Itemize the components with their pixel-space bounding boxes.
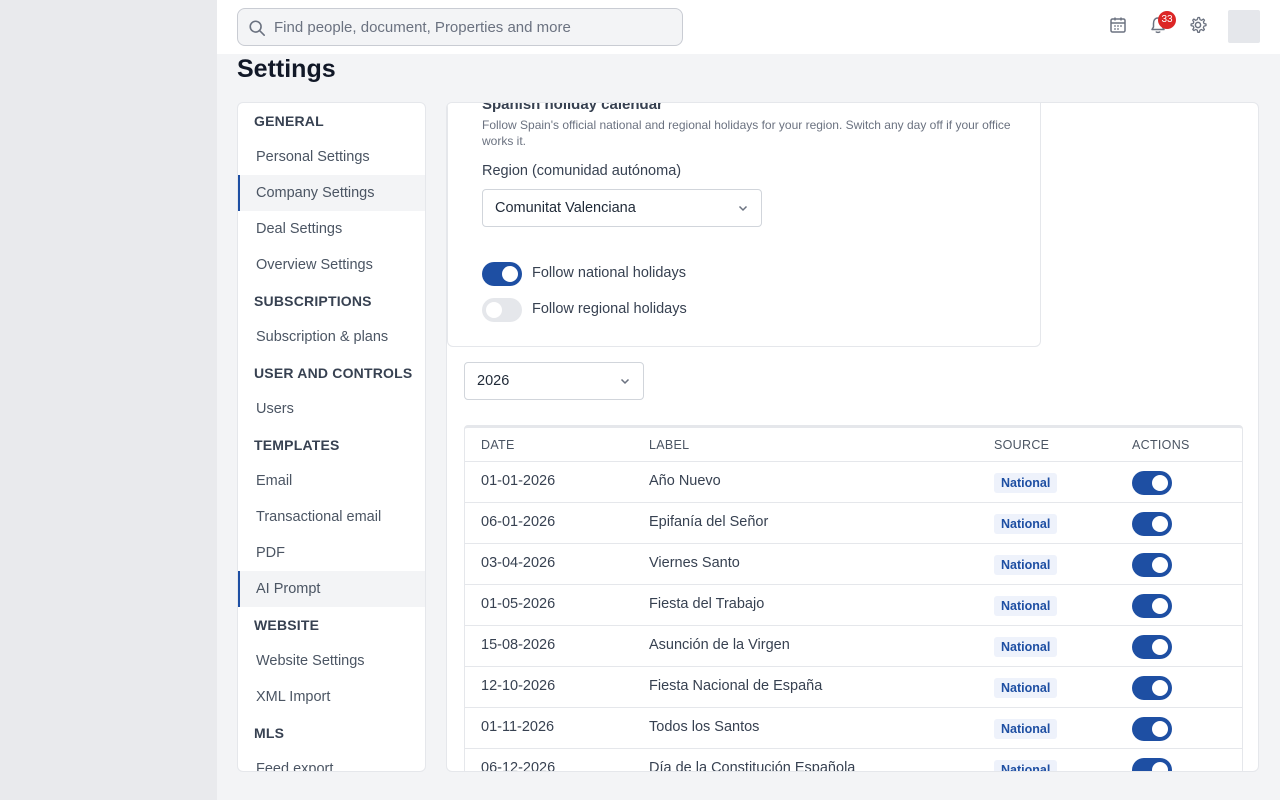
main-area: 33 Settings GENERAL Personal Settings Co…: [217, 0, 1280, 800]
row-enabled-toggle[interactable]: [1132, 594, 1172, 618]
row-label: Todos los Santos: [649, 719, 760, 735]
top-bar: 33: [217, 0, 1280, 54]
table-row: 03-04-2026 Viernes Santo National: [465, 544, 1242, 585]
row-label: Fiesta del Trabajo: [649, 596, 765, 612]
source-badge: National: [994, 678, 1058, 698]
global-search[interactable]: [237, 8, 683, 46]
row-date: 03-04-2026: [481, 555, 556, 571]
table-row: 01-11-2026 Todos los Santos National: [465, 708, 1242, 749]
row-label: Día de la Constitución Española: [649, 760, 856, 772]
calendar-description: Follow Spain's official national and reg…: [482, 118, 1011, 148]
source-badge: National: [994, 514, 1058, 534]
source-badge: National: [994, 637, 1058, 657]
row-date: 01-01-2026: [481, 473, 556, 489]
settings-content-panel: Spanish holiday calendar Follow Spain's …: [446, 102, 1259, 772]
row-enabled-toggle[interactable]: [1132, 676, 1172, 700]
row-enabled-toggle[interactable]: [1132, 553, 1172, 577]
row-date: 01-11-2026: [481, 719, 555, 735]
search-input[interactable]: [274, 18, 682, 36]
sidebar-section-mls: MLS: [254, 725, 285, 741]
sidebar-item-deal-settings[interactable]: Deal Settings: [238, 211, 425, 247]
year-select[interactable]: 2026: [464, 362, 644, 400]
source-badge: National: [994, 719, 1058, 739]
sidebar-item-pdf[interactable]: PDF: [238, 535, 425, 571]
sidebar-item-xml-import[interactable]: XML Import: [238, 679, 425, 715]
table-row: 06-12-2026 Día de la Constitución Españo…: [465, 749, 1242, 772]
sidebar-item-email[interactable]: Email: [238, 463, 425, 499]
header-source: SOURCE: [994, 438, 1050, 452]
row-label: Epifanía del Señor: [649, 514, 769, 530]
row-enabled-toggle[interactable]: [1132, 717, 1172, 741]
row-label: Viernes Santo: [649, 555, 740, 571]
table-row: 01-01-2026 Año Nuevo National: [465, 462, 1242, 503]
gear-icon[interactable]: [1188, 15, 1208, 35]
row-date: 06-12-2026: [481, 760, 556, 772]
sidebar-section-general: GENERAL: [254, 113, 324, 129]
follow-national-toggle[interactable]: [482, 262, 522, 286]
source-badge: National: [994, 555, 1058, 575]
holidays-table: DATE LABEL SOURCE ACTIONS 01-01-2026 Año…: [464, 425, 1243, 772]
region-label: Region (comunidad autónoma): [482, 163, 682, 179]
row-enabled-toggle[interactable]: [1132, 758, 1172, 771]
calendar-title: Spanish holiday calendar: [482, 102, 663, 113]
sidebar-item-users[interactable]: Users: [238, 391, 425, 427]
source-badge: National: [994, 760, 1058, 771]
row-date: 01-05-2026: [481, 596, 556, 612]
sidebar-item-company-settings[interactable]: Company Settings: [238, 175, 425, 211]
holiday-calendar-card: Spanish holiday calendar Follow Spain's …: [447, 102, 1041, 347]
row-label: Asunción de la Virgen: [649, 637, 790, 653]
sidebar-section-user-controls: USER AND CONTROLS: [254, 365, 413, 381]
row-label: Año Nuevo: [649, 473, 721, 489]
notification-badge: 33: [1158, 11, 1176, 29]
header-actions: ACTIONS: [1132, 438, 1190, 452]
sidebar-item-subscription-plans[interactable]: Subscription & plans: [238, 319, 425, 355]
table-row: 06-01-2026 Epifanía del Señor National: [465, 503, 1242, 544]
year-select-value: 2026: [477, 373, 510, 389]
follow-regional-toggle[interactable]: [482, 298, 522, 322]
sidebar-section-website: WEBSITE: [254, 617, 320, 633]
table-header: DATE LABEL SOURCE ACTIONS: [465, 428, 1242, 462]
row-date: 15-08-2026: [481, 637, 556, 653]
sidebar-item-personal-settings[interactable]: Personal Settings: [238, 139, 425, 175]
sidebar-item-overview-settings[interactable]: Overview Settings: [238, 247, 425, 283]
calendar-icon[interactable]: [1108, 15, 1128, 35]
source-badge: National: [994, 596, 1058, 616]
follow-national-label: Follow national holidays: [532, 265, 686, 281]
region-select[interactable]: Comunitat Valenciana: [482, 189, 762, 227]
row-enabled-toggle[interactable]: [1132, 512, 1172, 536]
sidebar-section-subscriptions: SUBSCRIPTIONS: [254, 293, 372, 309]
row-date: 12-10-2026: [481, 678, 556, 694]
source-badge: National: [994, 473, 1058, 493]
chevron-down-icon: [738, 205, 748, 212]
app-left-rail: [0, 0, 217, 800]
sidebar-item-website-settings[interactable]: Website Settings: [238, 643, 425, 679]
page-title: Settings: [237, 55, 336, 83]
table-row: 01-05-2026 Fiesta del Trabajo National: [465, 585, 1242, 626]
table-row: 12-10-2026 Fiesta Nacional de España Nat…: [465, 667, 1242, 708]
header-date: DATE: [481, 438, 515, 452]
row-enabled-toggle[interactable]: [1132, 635, 1172, 659]
table-row: 15-08-2026 Asunción de la Virgen Nationa…: [465, 626, 1242, 667]
region-select-value: Comunitat Valenciana: [495, 200, 636, 216]
avatar[interactable]: [1228, 10, 1260, 43]
row-label: Fiesta Nacional de España: [649, 678, 823, 694]
follow-regional-label: Follow regional holidays: [532, 301, 687, 317]
sidebar-item-transactional-email[interactable]: Transactional email: [238, 499, 425, 535]
search-icon: [249, 20, 266, 37]
header-label: LABEL: [649, 438, 690, 452]
sidebar-item-ai-prompt[interactable]: AI Prompt: [238, 571, 425, 607]
chevron-down-icon: [620, 378, 630, 385]
settings-sidebar: GENERAL Personal Settings Company Settin…: [237, 102, 426, 772]
row-enabled-toggle[interactable]: [1132, 471, 1172, 495]
sidebar-item-feed-export[interactable]: Feed export: [238, 751, 425, 771]
row-date: 06-01-2026: [481, 514, 556, 530]
sidebar-section-templates: TEMPLATES: [254, 437, 340, 453]
